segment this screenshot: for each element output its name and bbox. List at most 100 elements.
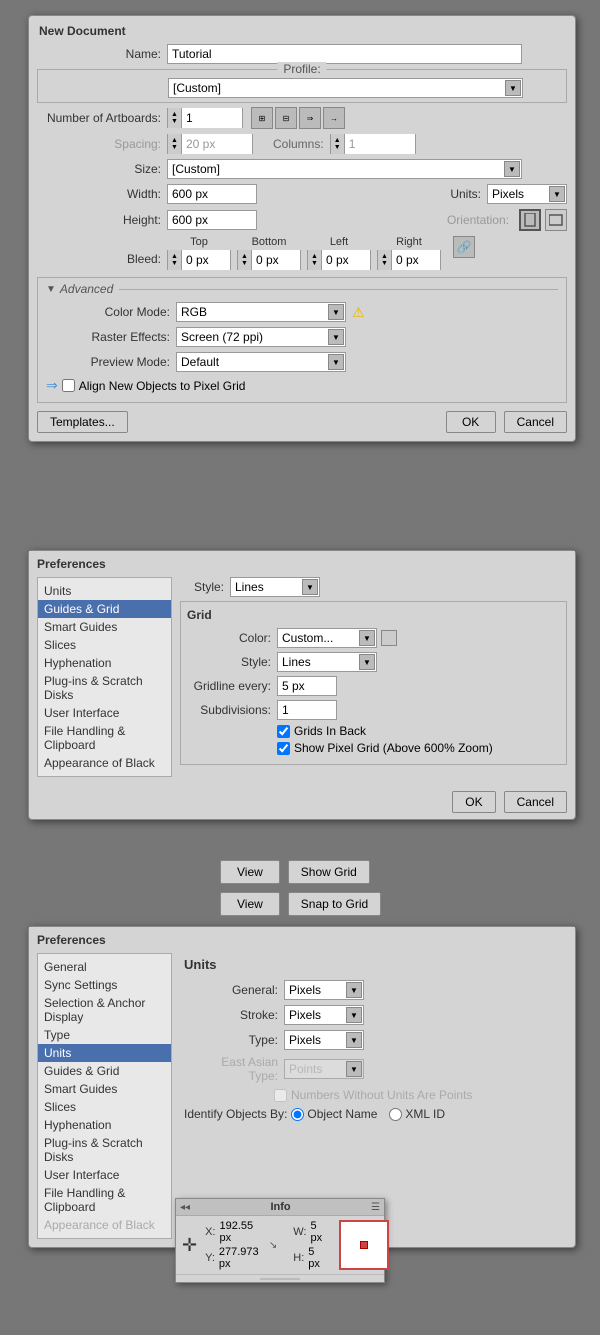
columns-value[interactable] — [345, 134, 415, 154]
prefs-units-sidebar-file[interactable]: File Handling & Clipboard — [38, 1184, 171, 1216]
sidebar-item-ui[interactable]: User Interface — [38, 704, 171, 722]
width-input[interactable] — [167, 184, 257, 204]
bleed-top-btn[interactable]: ▲▼ — [168, 250, 182, 270]
prefs-units-sidebar-ui[interactable]: User Interface — [38, 1166, 171, 1184]
new-doc-cancel-button[interactable]: Cancel — [504, 411, 567, 433]
prefs-units-sidebar-guides[interactable]: Guides & Grid — [38, 1062, 171, 1080]
grid-style-select[interactable]: Lines — [277, 652, 377, 672]
east-asian-select-wrapper: Points ▼ — [284, 1059, 364, 1079]
sidebar-item-units[interactable]: Units — [38, 582, 171, 600]
show-pixel-grid-row: Show Pixel Grid (Above 600% Zoom) — [277, 741, 560, 755]
columns-spinner-btn[interactable]: ▲ ▼ — [331, 134, 345, 154]
landscape-btn[interactable] — [545, 209, 567, 231]
prefs-guides-ok-button[interactable]: OK — [452, 791, 495, 813]
sidebar-item-plugins[interactable]: Plug-ins & Scratch Disks — [38, 672, 171, 704]
prefs-units-sidebar-type[interactable]: Type — [38, 1026, 171, 1044]
bleed-section: Bleed: Top ▲▼ Bottom ▲▼ — [37, 236, 567, 272]
object-name-radio[interactable] — [291, 1108, 304, 1121]
prefs-units-sidebar-plugins[interactable]: Plug-ins & Scratch Disks — [38, 1134, 171, 1166]
artboard-arrange-btn[interactable]: → — [323, 107, 345, 129]
type-units-select[interactable]: Pixels — [284, 1030, 364, 1050]
size-label: Size: — [37, 162, 167, 176]
subdivisions-input[interactable] — [277, 700, 337, 720]
bleed-lock-btn[interactable]: 🔗 — [453, 236, 475, 258]
grids-in-back-row: Grids In Back — [277, 724, 560, 738]
info-resize-handle[interactable] — [260, 1278, 300, 1280]
grid-style-row: Style: Lines ▼ — [187, 652, 560, 672]
general-units-select[interactable]: Pixels — [284, 980, 364, 1000]
show-pixel-grid-checkbox[interactable] — [277, 742, 290, 755]
sidebar-item-smart-guides[interactable]: Smart Guides — [38, 618, 171, 636]
preview-select[interactable]: Default — [176, 352, 346, 372]
info-body: ✛ X: 192.55 px Y: 277.973 px ↘ W: 5 px H… — [176, 1216, 384, 1274]
prefs-guides-cancel-button[interactable]: Cancel — [504, 791, 567, 813]
prefs-guides-title: Preferences — [29, 551, 575, 577]
info-arrows: ↘ — [269, 1220, 277, 1270]
sidebar-item-guides-grid[interactable]: Guides & Grid — [38, 600, 171, 618]
profile-select-wrapper: [Custom] ▼ — [168, 78, 523, 98]
height-input[interactable] — [167, 210, 257, 230]
view-button-2[interactable]: View — [220, 892, 280, 916]
stroke-units-select[interactable]: Pixels — [284, 1005, 364, 1025]
info-coords: X: 192.55 px Y: 277.973 px — [205, 1220, 261, 1270]
prefs-units-sidebar-sync[interactable]: Sync Settings — [38, 976, 171, 994]
prefs-units-sidebar-smart[interactable]: Smart Guides — [38, 1080, 171, 1098]
artboard-grid-btn[interactable]: ⊞ — [251, 107, 273, 129]
info-menu-icon[interactable]: ☰ — [371, 1202, 380, 1213]
pixel-grid-label: Align New Objects to Pixel Grid — [62, 379, 246, 393]
grids-in-back-checkbox[interactable] — [277, 725, 290, 738]
info-bottom-bar — [176, 1274, 384, 1282]
prefs-units-sidebar-slices[interactable]: Slices — [38, 1098, 171, 1116]
artboard-col-btn[interactable]: ⇒ — [299, 107, 321, 129]
bleed-right-btn[interactable]: ▲▼ — [378, 250, 392, 270]
bleed-bottom-value[interactable] — [252, 250, 300, 270]
artboards-spinner-btn[interactable]: ▲ ▼ — [168, 108, 182, 128]
artboards-value[interactable] — [182, 108, 242, 128]
stroke-units-label: Stroke: — [194, 1008, 284, 1022]
bleed-right-value[interactable] — [392, 250, 440, 270]
show-grid-button[interactable]: Show Grid — [288, 860, 370, 884]
sidebar-item-file-handling[interactable]: File Handling & Clipboard — [38, 722, 171, 754]
info-collapse-icon[interactable]: ◂◂ — [180, 1202, 190, 1213]
prefs-units-sidebar-hyphenation[interactable]: Hyphenation — [38, 1116, 171, 1134]
templates-button[interactable]: Templates... — [37, 411, 128, 433]
spacing-spinner-btn[interactable]: ▲ ▼ — [168, 134, 182, 154]
prefs-units-sidebar-units[interactable]: Units — [38, 1044, 171, 1062]
bleed-top-value[interactable] — [182, 250, 230, 270]
xml-id-radio[interactable] — [389, 1108, 402, 1121]
raster-select[interactable]: Screen (72 ppi) — [176, 327, 346, 347]
new-doc-ok-button[interactable]: OK — [446, 411, 496, 433]
prefs-units-sidebar-appearance[interactable]: Appearance of Black — [38, 1216, 171, 1234]
bleed-left-btn[interactable]: ▲▼ — [308, 250, 322, 270]
snap-to-grid-button[interactable]: Snap to Grid — [288, 892, 381, 916]
prefs-units-sidebar-selection[interactable]: Selection & Anchor Display — [38, 994, 171, 1026]
bleed-bottom-btn[interactable]: ▲▼ — [238, 250, 252, 270]
units-select[interactable]: Pixels — [487, 184, 567, 204]
size-select[interactable]: [Custom] — [167, 159, 522, 179]
object-name-label: Object Name — [307, 1107, 377, 1121]
east-asian-label: East Asian Type: — [194, 1055, 284, 1083]
portrait-btn[interactable] — [519, 209, 541, 231]
artboard-row-btn[interactable]: ⊟ — [275, 107, 297, 129]
orientation-row-label: Orientation: — [447, 213, 509, 227]
profile-select[interactable]: [Custom] — [168, 78, 523, 98]
bleed-right-spinner: ▲▼ — [377, 250, 441, 270]
pixel-grid-checkbox[interactable] — [62, 379, 75, 392]
spacing-value[interactable] — [182, 134, 252, 154]
grid-color-swatch[interactable] — [381, 630, 397, 646]
sidebar-item-hyphenation[interactable]: Hyphenation — [38, 654, 171, 672]
sidebar-item-slices[interactable]: Slices — [38, 636, 171, 654]
guides-style-select[interactable]: Lines — [230, 577, 320, 597]
grid-color-select[interactable]: Custom... — [277, 628, 377, 648]
prefs-units-sidebar-general[interactable]: General — [38, 958, 171, 976]
advanced-divider — [119, 289, 558, 290]
sidebar-item-appearance[interactable]: Appearance of Black — [38, 754, 171, 772]
name-input[interactable] — [167, 44, 522, 64]
bleed-left-label: Left — [330, 236, 348, 248]
gridline-input[interactable] — [277, 676, 337, 696]
advanced-toggle[interactable]: ▼ — [46, 284, 56, 295]
view-button-1[interactable]: View — [220, 860, 280, 884]
color-mode-select[interactable]: RGB — [176, 302, 346, 322]
bleed-left-value[interactable] — [322, 250, 370, 270]
identify-label: Identify Objects By: — [184, 1107, 287, 1121]
